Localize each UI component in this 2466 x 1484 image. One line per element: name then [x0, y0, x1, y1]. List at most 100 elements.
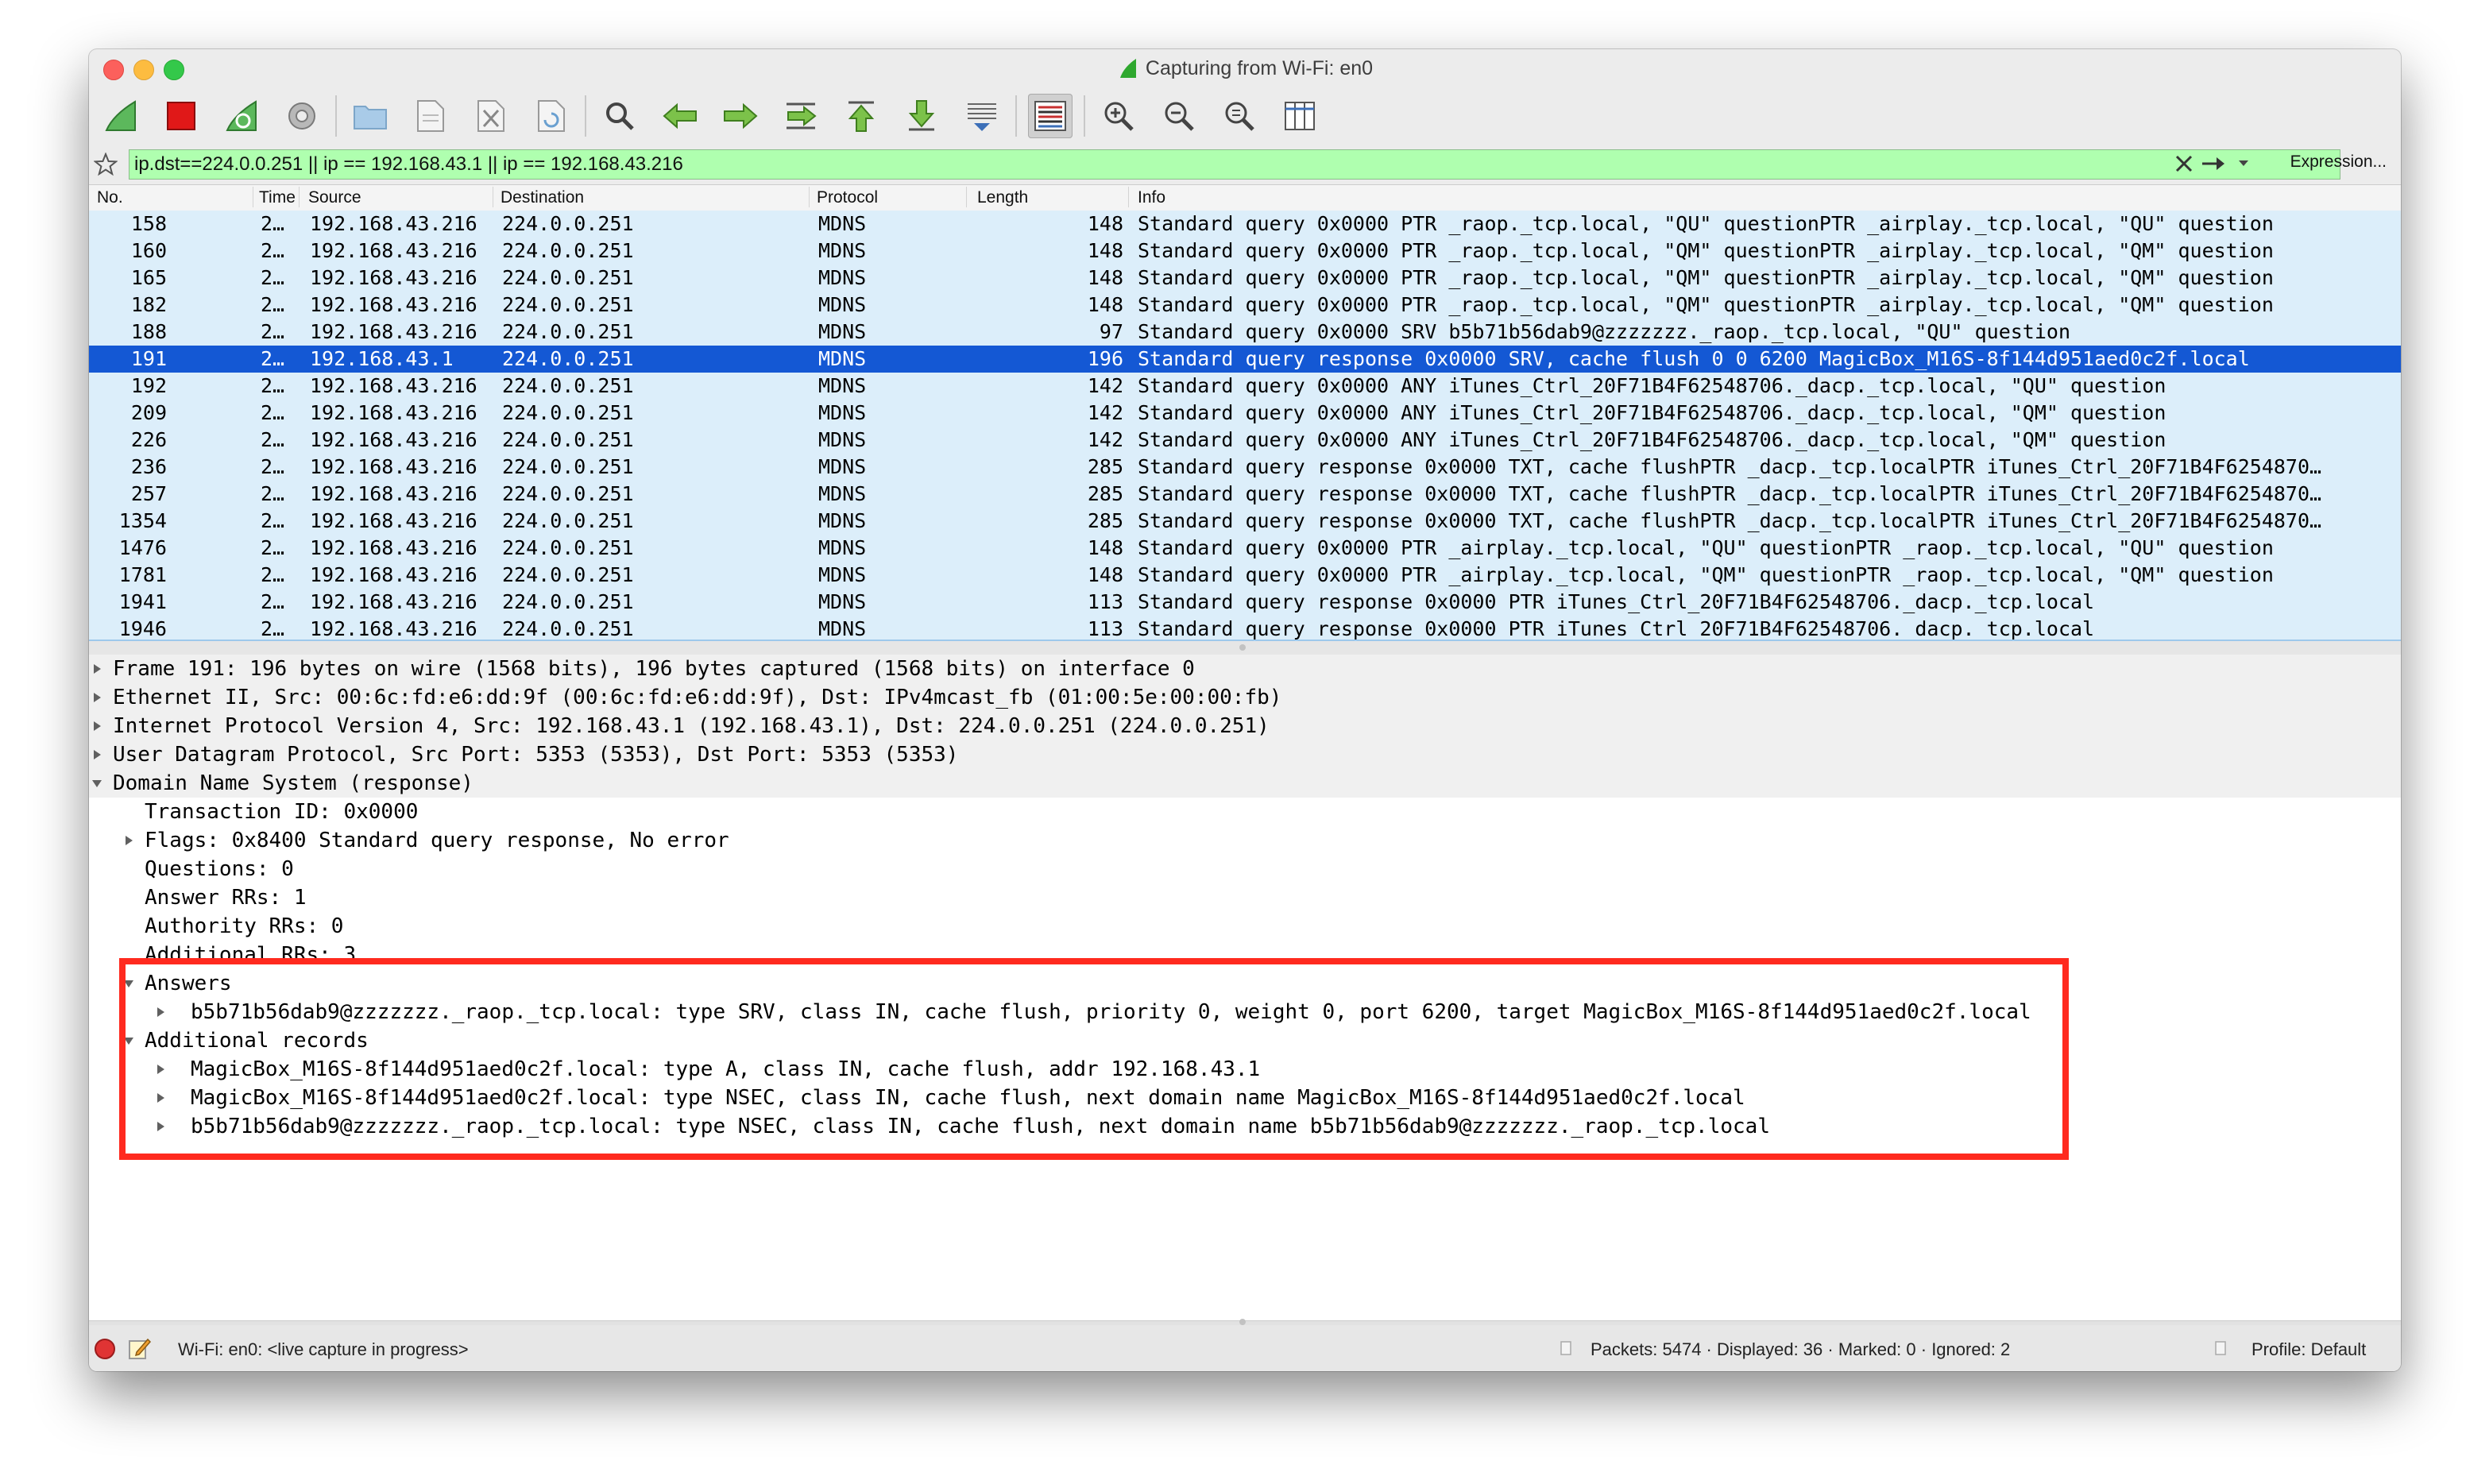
go-forward-button[interactable] — [718, 94, 763, 138]
packet-source: 192.168.43.216 — [310, 401, 477, 424]
collapsed-triangle-icon[interactable] — [91, 655, 103, 683]
packet-source: 192.168.43.1 — [310, 347, 454, 370]
detail-tree-item[interactable]: Answers — [89, 969, 2401, 998]
detail-text: Answers — [145, 972, 232, 995]
packet-destination: 224.0.0.251 — [502, 239, 634, 262]
pane-splitter[interactable] — [89, 640, 2401, 655]
packet-row[interactable]: 226 2… 192.168.43.216 224.0.0.251 MDNS 142 Sta… — [89, 427, 2401, 454]
detail-tree-item[interactable]: Internet Protocol Version 4, Src: 192.16… — [89, 712, 2401, 740]
collapsed-triangle-icon[interactable] — [154, 1055, 167, 1084]
column-header-source[interactable]: Source — [308, 188, 361, 207]
detail-tree-item[interactable]: Ethernet II, Src: 00:6c:fd:e6:dd:9f (00:… — [89, 683, 2401, 712]
packet-row[interactable]: 165 2… 192.168.43.216 224.0.0.251 MDNS 148 Sta… — [89, 265, 2401, 292]
packet-row[interactable]: 1941 2… 192.168.43.216 224.0.0.251 MDNS 113 St… — [89, 589, 2401, 616]
start-capture-button[interactable] — [99, 94, 143, 138]
packet-protocol: MDNS — [818, 509, 867, 532]
detail-tree-item[interactable]: Additional records — [89, 1026, 2401, 1055]
column-divider[interactable] — [966, 187, 967, 207]
close-window-button[interactable] — [103, 60, 124, 80]
detail-tree-item[interactable]: Flags: 0x8400 Standard query response, N… — [89, 826, 2401, 855]
expanded-triangle-icon[interactable] — [91, 769, 103, 798]
detail-tree-item[interactable]: Frame 191: 196 bytes on wire (1568 bits)… — [89, 655, 2401, 683]
packet-row[interactable]: 1476 2… 192.168.43.216 224.0.0.251 MDNS 148 St… — [89, 535, 2401, 562]
packet-row[interactable]: 158 2… 192.168.43.216 224.0.0.251 MDNS 148 Sta… — [89, 211, 2401, 238]
go-last-packet-button[interactable] — [899, 94, 944, 138]
auto-scroll-button[interactable] — [960, 94, 1004, 138]
expanded-triangle-icon[interactable] — [122, 969, 135, 998]
stop-capture-button[interactable] — [159, 94, 203, 138]
column-header-length[interactable]: Length — [977, 188, 1028, 207]
apply-filter-icon[interactable] — [2199, 151, 2228, 176]
expanded-triangle-icon[interactable] — [122, 1026, 135, 1055]
display-filter-input[interactable]: ip.dst==224.0.0.251 || ip == 192.168.43.… — [129, 149, 2340, 180]
go-to-packet-button[interactable] — [779, 94, 823, 138]
packet-row[interactable]: 192 2… 192.168.43.216 224.0.0.251 MDNS 142 Sta… — [89, 373, 2401, 400]
detail-tree-item[interactable]: Answer RRs: 1 — [89, 883, 2401, 912]
edit-comment-icon[interactable] — [127, 1336, 151, 1360]
packet-row[interactable]: 188 2… 192.168.43.216 224.0.0.251 MDNS 97 Stan… — [89, 319, 2401, 346]
clear-filter-icon[interactable] — [2172, 151, 2196, 176]
filter-history-chevron-icon[interactable] — [2234, 151, 2253, 176]
packet-info: Standard query 0x0000 SRV b5b71b56dab9@z… — [1138, 320, 2070, 343]
packet-protocol: MDNS — [818, 455, 867, 478]
capture-options-button[interactable] — [280, 94, 324, 138]
packet-destination: 224.0.0.251 — [502, 293, 634, 316]
packet-row[interactable]: 160 2… 192.168.43.216 224.0.0.251 MDNS 148 Sta… — [89, 238, 2401, 265]
packet-row[interactable]: 209 2… 192.168.43.216 224.0.0.251 MDNS 142 Sta… — [89, 400, 2401, 427]
column-divider[interactable] — [299, 187, 300, 207]
collapsed-triangle-icon[interactable] — [91, 712, 103, 740]
detail-tree-item[interactable]: b5b71b56dab9@zzzzzzz._raop._tcp.local: t… — [89, 1112, 2401, 1141]
collapsed-triangle-icon[interactable] — [154, 1084, 167, 1112]
expression-button[interactable]: Expression... — [2290, 153, 2387, 172]
packet-row[interactable]: 236 2… 192.168.43.216 224.0.0.251 MDNS 285 Sta… — [89, 454, 2401, 481]
detail-tree-item[interactable]: Authority RRs: 0 — [89, 912, 2401, 941]
collapsed-triangle-icon[interactable] — [154, 998, 167, 1026]
profile-label[interactable]: Profile: Default — [2251, 1339, 2366, 1360]
close-file-button[interactable] — [469, 94, 513, 138]
restart-capture-button[interactable] — [219, 94, 264, 138]
packet-row[interactable]: 1946 2… 192.168.43.216 224.0.0.251 MDNS 113 St… — [89, 616, 2401, 640]
resize-columns-button[interactable] — [1277, 94, 1322, 138]
maximize-window-button[interactable] — [164, 60, 184, 80]
column-header-no[interactable]: No. — [97, 188, 123, 207]
minimize-window-button[interactable] — [133, 60, 154, 80]
column-divider[interactable] — [1128, 187, 1129, 207]
capture-status-icon[interactable] — [94, 1338, 116, 1360]
collapsed-triangle-icon[interactable] — [91, 683, 103, 712]
find-packet-button[interactable] — [597, 94, 642, 138]
column-divider[interactable] — [809, 187, 810, 207]
detail-tree-item[interactable]: Domain Name System (response) — [89, 769, 2401, 798]
collapsed-triangle-icon[interactable] — [122, 826, 135, 855]
column-header-destination[interactable]: Destination — [501, 188, 584, 207]
splitter-handle-icon[interactable] — [1239, 1319, 1246, 1325]
reload-file-button[interactable] — [529, 94, 574, 138]
packet-length: 148 — [1087, 212, 1123, 235]
detail-tree-item[interactable]: Questions: 0 — [89, 855, 2401, 883]
column-header-info[interactable]: Info — [1138, 188, 1165, 207]
zoom-in-button[interactable] — [1096, 94, 1141, 138]
go-back-button[interactable] — [658, 94, 702, 138]
detail-tree-item[interactable]: MagicBox_M16S-8f144d951aed0c2f.local: ty… — [89, 1055, 2401, 1084]
detail-tree-item[interactable]: Additional RRs: 3 — [89, 941, 2401, 969]
zoom-out-button[interactable] — [1157, 94, 1201, 138]
go-first-packet-button[interactable] — [839, 94, 883, 138]
open-file-button[interactable] — [348, 94, 392, 138]
packet-row[interactable]: 191 2… 192.168.43.1 224.0.0.251 MDNS 196 Stand… — [89, 346, 2401, 373]
packet-row[interactable]: 1354 2… 192.168.43.216 224.0.0.251 MDNS 285 St… — [89, 508, 2401, 535]
detail-tree-item[interactable]: b5b71b56dab9@zzzzzzz._raop._tcp.local: t… — [89, 998, 2401, 1026]
column-header-protocol[interactable]: Protocol — [817, 188, 878, 207]
detail-tree-item[interactable]: Transaction ID: 0x0000 — [89, 798, 2401, 826]
detail-tree-item[interactable]: User Datagram Protocol, Src Port: 5353 (… — [89, 740, 2401, 769]
collapsed-triangle-icon[interactable] — [91, 740, 103, 769]
collapsed-triangle-icon[interactable] — [154, 1112, 167, 1141]
normal-size-button[interactable] — [1217, 94, 1262, 138]
packet-row[interactable]: 182 2… 192.168.43.216 224.0.0.251 MDNS 148 Sta… — [89, 292, 2401, 319]
save-file-button[interactable] — [408, 94, 453, 138]
colorize-button[interactable] — [1028, 94, 1073, 138]
packet-row[interactable]: 257 2… 192.168.43.216 224.0.0.251 MDNS 285 Sta… — [89, 481, 2401, 508]
packet-row[interactable]: 1781 2… 192.168.43.216 224.0.0.251 MDNS 148 St… — [89, 562, 2401, 589]
splitter-handle-icon[interactable] — [1239, 644, 1246, 651]
column-header-time[interactable]: Time — [259, 188, 296, 207]
detail-tree-item[interactable]: MagicBox_M16S-8f144d951aed0c2f.local: ty… — [89, 1084, 2401, 1112]
filter-bookmark-button[interactable] — [89, 148, 122, 181]
